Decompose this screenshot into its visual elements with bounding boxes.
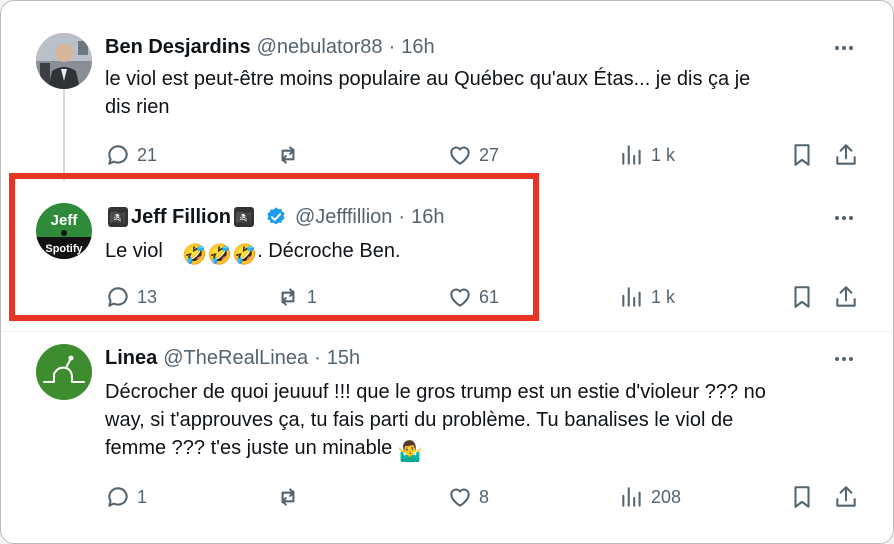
- reply-count: 13: [137, 286, 158, 307]
- views-icon: [622, 145, 641, 165]
- share-icon: [836, 486, 856, 507]
- share-icon: [836, 286, 856, 307]
- tweet-text-line-with-emoji: femme ??? t'es juste un minable 🤷‍♂️: [105, 434, 857, 466]
- share-button[interactable]: [833, 140, 859, 170]
- avatar[interactable]: [36, 344, 92, 400]
- repost-button[interactable]: [275, 140, 307, 170]
- author-handle[interactable]: @TheRealLinea: [163, 347, 308, 370]
- tweet-actions: 1 8 208: [105, 482, 865, 512]
- repost-button[interactable]: [275, 482, 307, 512]
- avatar[interactable]: [36, 33, 92, 89]
- share-icon: [836, 144, 856, 165]
- bookmark-button[interactable]: [789, 140, 815, 170]
- avatar-linea-logo: [36, 344, 92, 400]
- repost-count: 1: [307, 286, 318, 307]
- like-button[interactable]: 27: [447, 140, 499, 170]
- tweet-actions: 13 1 61 1 k: [105, 282, 865, 312]
- tweet-text-line: Décrocher de quoi jeuuuf !!! que le gros…: [105, 381, 766, 403]
- views-button[interactable]: 1 k: [619, 140, 675, 170]
- like-icon: [450, 488, 470, 507]
- timeline-frame: Ben Desjardins @nebulator88 · 16h le vio…: [0, 0, 894, 544]
- repost-icon: [281, 288, 295, 306]
- avatar-text-bottom: Spotify: [45, 243, 83, 255]
- separator-dot: ·: [314, 346, 321, 369]
- share-button[interactable]: [833, 282, 859, 312]
- verified-icon[interactable]: [265, 206, 287, 228]
- view-count: 208: [651, 486, 682, 507]
- views-icon: [622, 487, 641, 507]
- more-icon[interactable]: [829, 38, 859, 58]
- more-icon[interactable]: [829, 208, 859, 228]
- bookmark-button[interactable]: [789, 482, 815, 512]
- bookmark-icon: [794, 486, 810, 508]
- reply-icon: [108, 287, 128, 307]
- tweet-actions: 21 27 1 k: [105, 140, 865, 170]
- like-button[interactable]: 61: [447, 282, 499, 312]
- reply-icon: [108, 145, 128, 165]
- tweet-text: Décrocher de quoi jeuuuf !!! que le gros…: [105, 378, 857, 466]
- timestamp[interactable]: 16h: [401, 36, 434, 59]
- author-handle[interactable]: @nebulator88: [257, 36, 383, 59]
- thread-connector-line: [63, 89, 65, 181]
- tweet-header: Ben Desjardins @nebulator88 · 16h: [105, 33, 435, 61]
- like-icon: [450, 288, 470, 307]
- avatar-text-top: Jeff: [51, 212, 79, 229]
- tweet-text-line: le viol est peut-être moins populaire au…: [105, 68, 751, 90]
- separator-dot: ·: [398, 205, 406, 228]
- avatar-jeff-logo: Jeff Spotify: [36, 203, 92, 259]
- views-icon: [622, 287, 641, 307]
- pirate-flag-emoji: 🏴‍☠️: [108, 207, 128, 227]
- bookmark-icon: [794, 144, 810, 166]
- avatar[interactable]: Jeff Spotify: [36, 203, 92, 259]
- avatar-photo-image: [36, 33, 92, 89]
- tweet-text-end: . Décroche Ben.: [257, 240, 401, 262]
- tweet-text-line: dis rien: [105, 96, 170, 118]
- timestamp[interactable]: 15h: [327, 347, 360, 370]
- repost-icon: [281, 488, 295, 506]
- more-icon[interactable]: [829, 349, 859, 369]
- share-button[interactable]: [833, 482, 859, 512]
- author-handle[interactable]: @Jefffillion: [295, 206, 392, 229]
- author-name[interactable]: Jeff Fillion: [131, 206, 231, 229]
- like-count: 27: [479, 144, 500, 165]
- timestamp[interactable]: 16h: [411, 206, 444, 229]
- tweet-text-line: femme ??? t'es juste un minable: [105, 437, 393, 459]
- like-count: 8: [479, 486, 490, 507]
- view-count: 1 k: [651, 144, 676, 165]
- reply-icon: [108, 487, 128, 507]
- tweet-header: Linea @TheRealLinea · 15h: [105, 344, 360, 372]
- reply-count: 1: [137, 486, 148, 507]
- laughing-emoji: 🤣🤣🤣: [182, 244, 258, 266]
- repost-button[interactable]: 1: [275, 282, 317, 312]
- shrug-emoji: 🤷‍♂️: [397, 441, 423, 463]
- repost-icon: [281, 146, 295, 164]
- reply-button[interactable]: 21: [105, 140, 157, 170]
- pirate-flag-emoji: 🏴‍☠️: [234, 207, 254, 227]
- author-name[interactable]: Linea: [105, 347, 157, 370]
- tweet-divider: [1, 331, 893, 332]
- like-icon: [450, 146, 470, 165]
- tweet-text-start: Le viol: [105, 240, 163, 262]
- views-button[interactable]: 1 k: [619, 282, 675, 312]
- tweet-text-line: way, si t'approuves ça, tu fais parti du…: [105, 409, 734, 431]
- view-count: 1 k: [651, 286, 676, 307]
- tweet-text: le viol est peut-être moins populaire au…: [105, 65, 857, 121]
- like-count: 61: [479, 286, 500, 307]
- bookmark-button[interactable]: [789, 282, 815, 312]
- author-name[interactable]: Ben Desjardins: [105, 36, 251, 59]
- tweet-text: Le viol 🤣🤣🤣. Décroche Ben.: [105, 237, 857, 269]
- views-button[interactable]: 208: [619, 482, 681, 512]
- reply-button[interactable]: 1: [105, 482, 147, 512]
- reply-count: 21: [137, 144, 158, 165]
- separator-dot: ·: [388, 35, 396, 58]
- reply-button[interactable]: 13: [105, 282, 157, 312]
- tweet-header: 🏴‍☠️ Jeff Fillion 🏴‍☠️ @Jefffillion · 16…: [105, 203, 444, 231]
- like-button[interactable]: 8: [447, 482, 489, 512]
- bookmark-icon: [794, 286, 810, 308]
